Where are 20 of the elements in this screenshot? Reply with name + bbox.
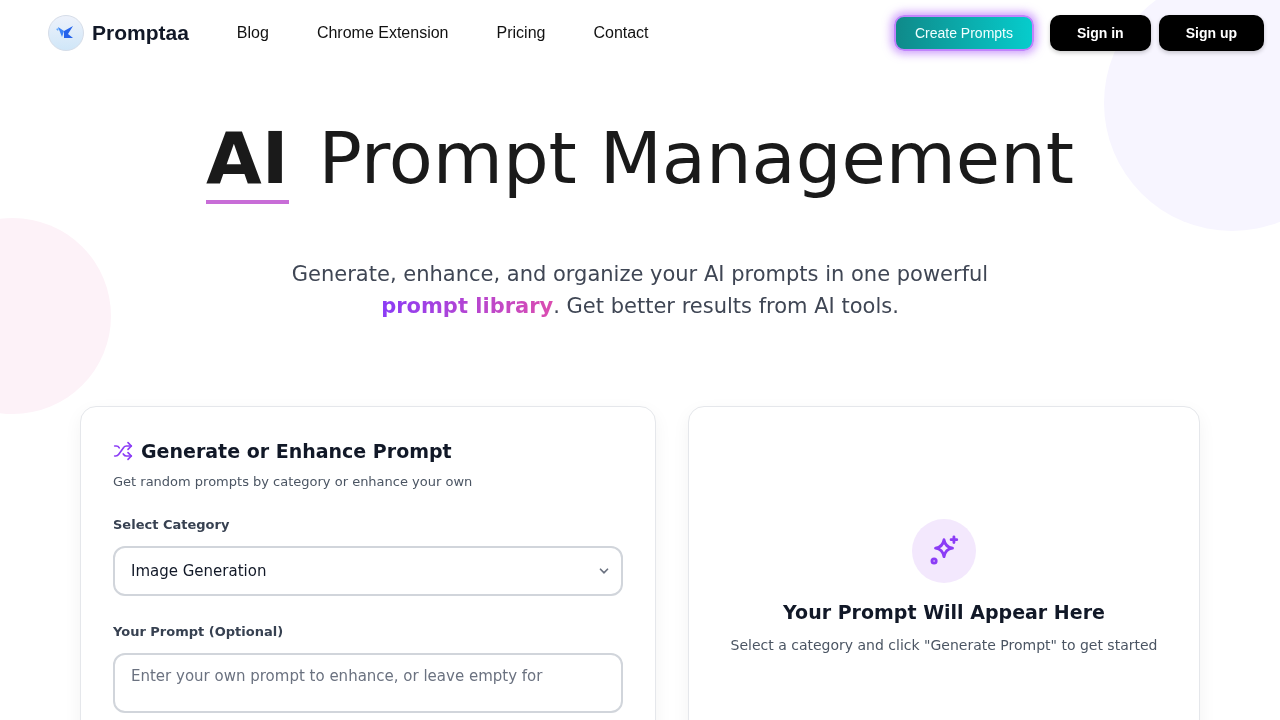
nav-link[interactable]: Chrome Extension [316, 24, 449, 42]
brand-name[interactable]: Promptaa [92, 21, 189, 45]
nav-link[interactable]: Blog [236, 24, 269, 42]
output-title: Your Prompt Will Appear Here [783, 601, 1105, 623]
hero-title: Prompt Management [318, 122, 1074, 202]
nav-link[interactable]: Pricing [496, 24, 546, 42]
account-button[interactable]: Sign up [1158, 15, 1264, 51]
field-label: Select Category [113, 517, 231, 532]
bird-logo-icon [48, 15, 84, 51]
prompt-input[interactable]: Enter your own prompt to enhance, or leave empty for [113, 653, 623, 713]
card-description: Get random prompts by category or enhance your own [113, 474, 474, 489]
card-title: Generate or Enhance Prompt [141, 440, 452, 462]
hero-subtitle: Generate, enhance, and organize your AI prompts in one powerful prompt library. Get better results from AI tools. [290, 261, 990, 320]
account-button[interactable]: Sign in [1050, 15, 1151, 51]
hero-title-highlight: AI [206, 122, 289, 204]
field-label: Your Prompt (Optional) [113, 624, 285, 639]
shuffle-icon [113, 441, 133, 461]
nav-link[interactable]: Contact [593, 24, 649, 42]
output-hint: Select a category and click "Generate Prompt" to get started [730, 637, 1158, 653]
category-select[interactable]: Image Generation [113, 546, 623, 596]
